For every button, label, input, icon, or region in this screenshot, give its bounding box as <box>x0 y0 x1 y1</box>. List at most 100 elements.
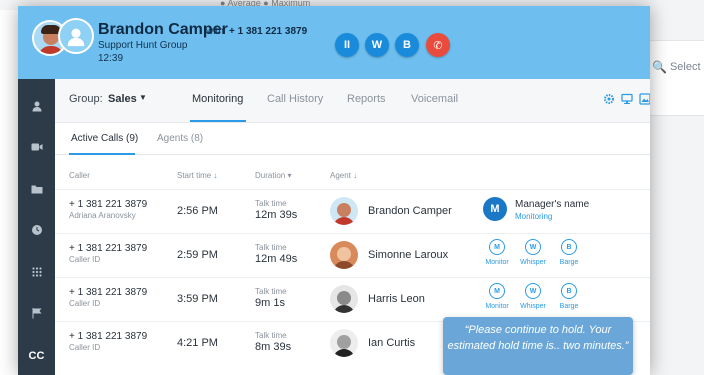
table-row[interactable]: + 1 381 221 3879 Caller ID 2:59 PM Talk … <box>55 233 650 277</box>
whisper-button[interactable]: W Whisper <box>517 239 549 266</box>
monitor-label: Monitor <box>485 303 509 310</box>
barge-button[interactable]: B <box>395 33 419 57</box>
sidebar-item-dialpad[interactable] <box>18 261 55 283</box>
tab-monitoring[interactable]: Monitoring <box>192 93 243 105</box>
group-select[interactable]: Sales <box>108 93 137 105</box>
start-time: 2:56 PM <box>177 205 218 217</box>
caller-with-label: with <box>206 26 224 37</box>
agent-avatar <box>330 329 358 357</box>
column-header-start-time[interactable]: Start time ↓ <box>177 171 217 180</box>
manager-name: Manager's name <box>515 199 590 210</box>
caller-id: Adriana Aranovsky <box>69 211 136 220</box>
duration-value: 12m 49s <box>255 253 298 265</box>
duration-label: Talk time <box>255 331 287 340</box>
main-nav: Group: Sales ▼ Monitoring Call History R… <box>55 79 650 123</box>
sidebar-item-users[interactable] <box>18 95 55 117</box>
barge-icon: B <box>561 239 577 255</box>
duration-value: 8m 39s <box>255 341 292 353</box>
barge-button[interactable]: B Barge <box>553 239 585 266</box>
sort-arrow-icon: ↓ <box>353 171 358 180</box>
whisper-icon: W <box>371 39 383 51</box>
group-label: Group: <box>69 93 103 105</box>
sidebar: CC <box>18 79 55 375</box>
agent-name: Simonne Laroux <box>368 249 449 261</box>
agent-avatar <box>330 197 358 225</box>
search-icon: 🔍 <box>652 60 667 74</box>
flag-icon <box>32 308 41 319</box>
call-timer: 12:39 <box>98 53 124 64</box>
monitor-button[interactable]: M Monitor <box>481 239 513 266</box>
sort-arrow-icon: ↓ <box>213 171 218 180</box>
contact-silhouette-avatar <box>58 18 94 54</box>
caller-number: + 1 381 221 3879 <box>69 199 148 210</box>
start-time: 2:59 PM <box>177 249 218 261</box>
hangup-button[interactable]: ✆ <box>426 33 450 57</box>
table-row[interactable]: + 1 381 221 3879 Caller ID 3:59 PM Talk … <box>55 277 650 321</box>
agent-name: Ian Curtis <box>368 337 416 349</box>
whisper-label: Whisper <box>520 303 546 310</box>
duration-label: Talk time <box>255 199 287 208</box>
image-icon[interactable] <box>638 92 650 106</box>
agent-avatar <box>330 241 358 269</box>
caller-group: Support Hunt Group <box>98 40 188 51</box>
user-icon <box>32 101 41 112</box>
sidebar-item-folder[interactable] <box>18 178 55 200</box>
agent-name: Brandon Camper <box>368 205 452 217</box>
caller-number: + 1 381 221 3879 <box>69 287 148 298</box>
active-tab-indicator <box>190 120 246 122</box>
pause-button[interactable]: II <box>335 33 359 57</box>
barge-label: Barge <box>559 303 579 310</box>
tab-voicemail[interactable]: Voicemail <box>411 93 458 105</box>
pause-icon: II <box>343 39 351 51</box>
chevron-down-icon[interactable]: ▼ <box>139 93 147 102</box>
hold-message-tooltip: “Please continue to hold. Your estimated… <box>443 317 633 375</box>
sidebar-item-flag[interactable] <box>18 302 55 324</box>
table-row[interactable]: + 1 381 221 3879 Adriana Aranovsky 2:56 … <box>55 189 650 233</box>
barge-icon: B <box>561 283 577 299</box>
column-header-agent[interactable]: Agent ↓ <box>330 171 357 180</box>
whisper-label: Whisper <box>520 259 546 266</box>
caller-number: + 1 381 221 3879 <box>69 243 148 254</box>
clock-icon <box>31 225 42 235</box>
caller-number: + 1 381 221 3879 <box>229 26 308 37</box>
barge-label: Barge <box>559 259 579 266</box>
duration-value: 9m 1s <box>255 297 285 309</box>
chevron-down-icon: ▾ <box>287 171 292 180</box>
manager-status: Monitoring <box>515 212 553 221</box>
caller-id: Caller ID <box>69 299 101 308</box>
whisper-button[interactable]: W Whisper <box>517 283 549 310</box>
sub-tabs: Active Calls (9) Agents (8) <box>55 123 650 155</box>
hangup-icon: ✆ <box>433 39 443 52</box>
duration-label: Talk time <box>255 243 287 252</box>
monitor-icon[interactable] <box>620 92 634 106</box>
caller-number: + 1 381 221 3879 <box>69 331 148 342</box>
background-select[interactable]: 🔍 Select <box>652 60 701 74</box>
monitor-label: Monitor <box>485 259 509 266</box>
sidebar-item-history[interactable] <box>18 219 55 241</box>
barge-button[interactable]: B Barge <box>553 283 585 310</box>
tab-active-calls[interactable]: Active Calls (9) <box>71 133 138 144</box>
tab-call-history[interactable]: Call History <box>267 93 323 105</box>
monitor-icon: M <box>489 239 505 255</box>
sidebar-item-cc[interactable]: CC <box>18 345 55 367</box>
caller-id: Caller ID <box>69 255 101 264</box>
sidebar-item-video[interactable] <box>18 136 55 158</box>
folder-icon <box>31 185 42 194</box>
background-select-label: Select <box>669 61 701 73</box>
manager-badge: M <box>483 197 507 221</box>
gear-icon[interactable] <box>602 92 616 106</box>
column-header-duration[interactable]: Duration ▾ <box>255 171 292 180</box>
person-silhouette-icon <box>67 28 85 47</box>
tab-reports[interactable]: Reports <box>347 93 386 105</box>
duration-label: Talk time <box>255 287 287 296</box>
barge-icon: B <box>403 39 411 51</box>
whisper-icon: W <box>525 283 541 299</box>
agent-avatar <box>330 285 358 313</box>
active-call-header: Brandon Camper with + 1 381 221 3879 Sup… <box>18 6 650 79</box>
whisper-button[interactable]: W <box>365 33 389 57</box>
monitor-button[interactable]: M Monitor <box>481 283 513 310</box>
start-time: 4:21 PM <box>177 337 218 349</box>
duration-value: 12m 39s <box>255 209 298 221</box>
tab-agents[interactable]: Agents (8) <box>157 133 203 144</box>
agent-name: Harris Leon <box>368 293 425 305</box>
